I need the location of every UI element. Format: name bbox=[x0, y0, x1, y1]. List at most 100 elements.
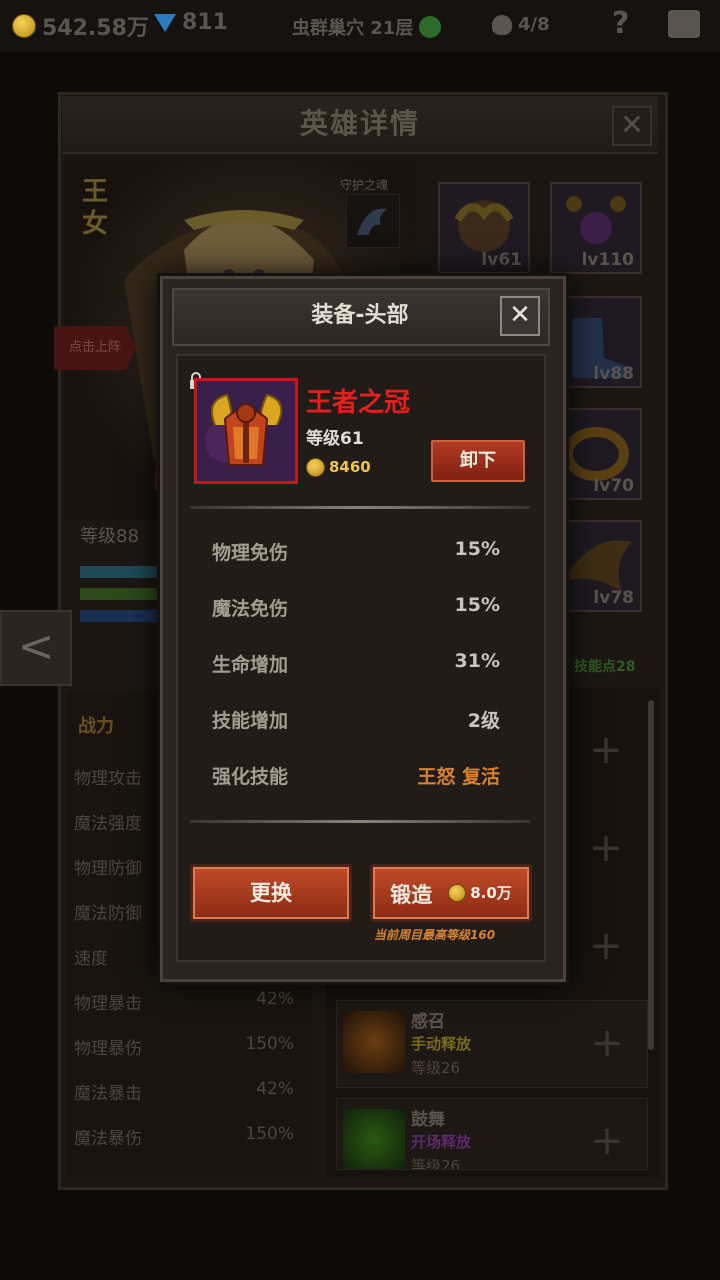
enhanced-skills-value: 王怒 复活 bbox=[417, 766, 500, 788]
item-icon-frame bbox=[194, 378, 298, 484]
guardian-soul-label: 守护之魂 bbox=[340, 178, 389, 192]
kill-count: 4/8 bbox=[518, 14, 550, 35]
dragon-icon bbox=[357, 208, 387, 235]
skill-upgrade-plus-button[interactable]: + bbox=[584, 728, 628, 772]
attribute-row: 物理免伤 15% bbox=[212, 538, 500, 565]
stat-value: 42% bbox=[256, 989, 294, 1009]
skill-cast-type: 开场释放 bbox=[411, 1133, 472, 1151]
hero-level: 等级88 bbox=[80, 526, 139, 547]
gem-counter: 811 bbox=[154, 10, 228, 35]
unequip-button[interactable]: 卸下 bbox=[431, 440, 525, 482]
guardian-soul-slot[interactable] bbox=[346, 194, 400, 248]
skill-upgrade-plus-button[interactable]: + bbox=[585, 1021, 629, 1065]
stat-label: 魔法强度 bbox=[74, 814, 142, 834]
divider bbox=[190, 506, 530, 509]
question-icon: ? bbox=[612, 6, 630, 41]
forge-label: 锻造 bbox=[390, 883, 433, 907]
mana-bar bbox=[80, 610, 170, 622]
skill-upgrade-plus-button[interactable]: + bbox=[584, 924, 628, 968]
skill-upgrade-plus-button[interactable]: + bbox=[585, 1119, 629, 1163]
chevron-left-icon: < bbox=[17, 621, 55, 672]
previous-hero-button[interactable]: < bbox=[0, 610, 72, 686]
attribute-label: 强化技能 bbox=[212, 766, 289, 788]
gold-coin-icon bbox=[12, 14, 36, 38]
attribute-row: 技能增加 2级 bbox=[212, 706, 500, 733]
divider bbox=[190, 820, 530, 823]
skill-row[interactable]: 鼓舞 开场释放 等级26 + bbox=[336, 1098, 648, 1170]
attribute-value: 15% bbox=[454, 594, 500, 616]
diamond-icon bbox=[154, 13, 176, 32]
skill-name: 鼓舞 bbox=[411, 1110, 445, 1130]
item-name: 王者之冠 bbox=[306, 388, 411, 418]
skill-level: 等级26 bbox=[411, 1157, 461, 1170]
xp-bar bbox=[80, 588, 170, 600]
stat-label: 物理攻击 bbox=[74, 769, 142, 789]
stat-label: 物理暴击 bbox=[74, 994, 142, 1014]
stats-header: 战力 bbox=[78, 716, 114, 737]
skull-icon bbox=[492, 14, 512, 35]
inspire-skill-icon bbox=[343, 1109, 405, 1169]
gem-amount: 811 bbox=[182, 10, 228, 35]
stat-label: 魔法防御 bbox=[74, 904, 142, 924]
item-level: 等级61 bbox=[306, 429, 364, 449]
skill-upgrade-plus-button[interactable]: + bbox=[584, 826, 628, 870]
skill-row[interactable]: 感召 手动释放 等级26 + bbox=[336, 1000, 648, 1088]
gold-counter: 542.58万 bbox=[12, 10, 149, 42]
summon-skill-icon bbox=[343, 1011, 405, 1073]
stat-row: 魔法暴伤 150% bbox=[74, 1124, 294, 1149]
forge-cost: 8.0万 bbox=[448, 867, 512, 919]
deploy-badge[interactable]: 点击上阵 bbox=[54, 326, 136, 370]
attribute-value: 2级 bbox=[467, 710, 500, 732]
stat-row: 物理暴伤 150% bbox=[74, 1034, 294, 1059]
stat-value: 150% bbox=[245, 1034, 294, 1054]
stat-label: 魔法暴伤 bbox=[74, 1129, 142, 1149]
stat-label: 速度 bbox=[74, 949, 108, 969]
skill-name: 感召 bbox=[411, 1012, 445, 1032]
stat-row: 物理暴击 42% bbox=[74, 989, 294, 1014]
help-button[interactable]: ? bbox=[612, 6, 629, 41]
attribute-row: 生命增加 31% bbox=[212, 650, 500, 677]
gold-amount: 542.58万 bbox=[42, 16, 149, 41]
skill-cast-type: 手动释放 bbox=[411, 1035, 472, 1053]
max-level-note: 当前周目最高等级160 bbox=[374, 928, 496, 942]
skill-level: 等级26 bbox=[411, 1059, 461, 1077]
settings-button[interactable] bbox=[668, 10, 700, 38]
hero-detail-title: 英雄详情 bbox=[62, 96, 658, 154]
gold-coin-icon bbox=[306, 458, 325, 477]
attribute-row: 强化技能 王怒 复活 bbox=[212, 762, 500, 789]
item-sell-value: 8460 bbox=[329, 458, 371, 476]
stat-row: 魔法暴击 42% bbox=[74, 1079, 294, 1104]
equip-slot-level: lv70 bbox=[593, 476, 634, 496]
hero-detail-close-button[interactable]: ✕ bbox=[612, 106, 652, 146]
equip-slot-level: lv110 bbox=[581, 250, 634, 270]
stage-indicator: 虫群巢穴 21层 bbox=[292, 14, 442, 40]
modal-close-button[interactable]: ✕ bbox=[500, 296, 540, 336]
attribute-row: 魔法免伤 15% bbox=[212, 594, 500, 621]
equip-slot-level: lv88 bbox=[593, 364, 634, 384]
hp-bar bbox=[80, 566, 170, 578]
replace-button[interactable]: 更换 bbox=[190, 864, 352, 922]
attribute-value: 31% bbox=[454, 650, 500, 672]
kill-counter: 4/8 bbox=[492, 14, 550, 35]
skill-points: 技能点28 bbox=[574, 659, 636, 675]
skills-scrollbar[interactable] bbox=[648, 700, 654, 1050]
stat-value: 42% bbox=[256, 1079, 294, 1099]
attribute-label: 魔法免伤 bbox=[212, 598, 289, 620]
menu-icon bbox=[668, 10, 700, 38]
attribute-label: 物理免伤 bbox=[212, 542, 289, 564]
equip-slot-head[interactable]: lv61 bbox=[438, 182, 530, 274]
attribute-value: 15% bbox=[454, 538, 500, 560]
royal-crown-helmet-icon bbox=[197, 381, 295, 481]
equip-slot-neck[interactable]: lv110 bbox=[550, 182, 642, 274]
hero-name: 王女 bbox=[82, 177, 109, 239]
attribute-label: 生命增加 bbox=[212, 654, 289, 676]
forge-button[interactable]: 锻造 8.0万 bbox=[370, 864, 532, 922]
stage-status-icon bbox=[419, 16, 442, 38]
top-resource-bar: 542.58万 811 虫群巢穴 21层 4/8 ? bbox=[0, 0, 720, 52]
stage-name: 虫群巢穴 21层 bbox=[292, 18, 414, 39]
attribute-label: 技能增加 bbox=[212, 710, 289, 732]
forge-cost-amount: 8.0万 bbox=[470, 884, 512, 902]
stat-label: 物理暴伤 bbox=[74, 1039, 142, 1059]
stat-label: 物理防御 bbox=[74, 859, 142, 879]
close-icon: ✕ bbox=[509, 300, 531, 330]
